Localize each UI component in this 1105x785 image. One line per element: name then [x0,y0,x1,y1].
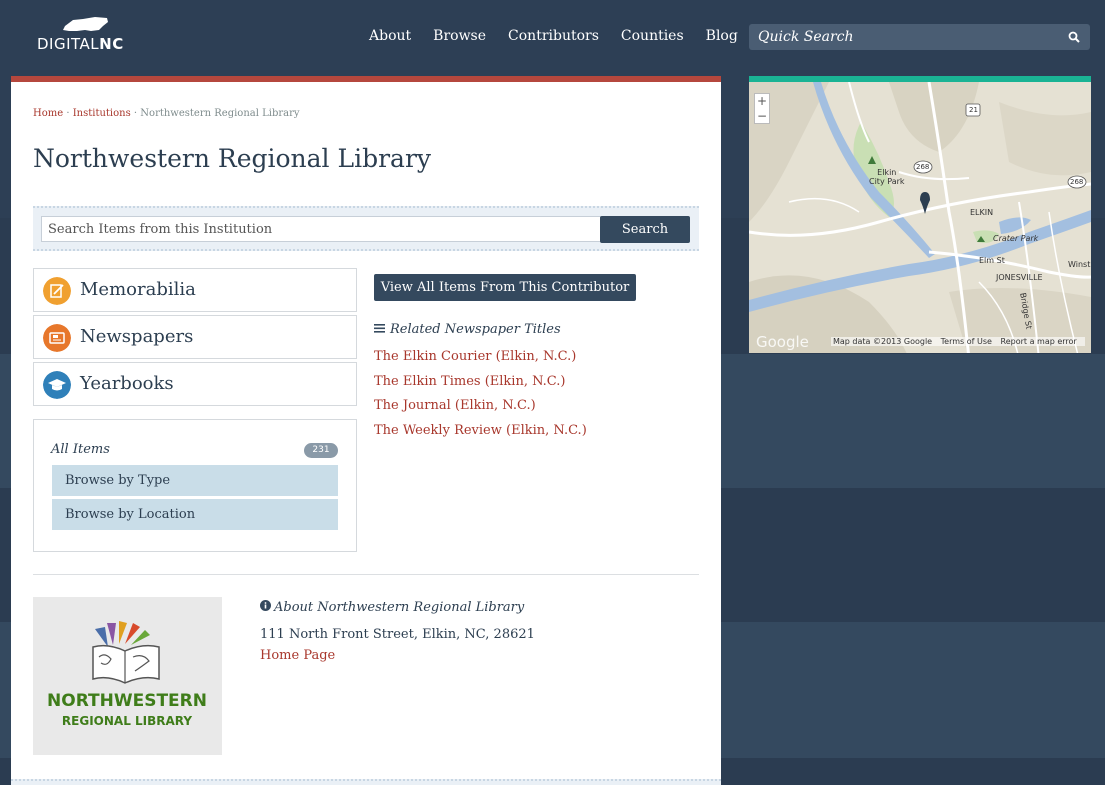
logo-line2: REGIONAL LIBRARY [62,714,192,728]
map-data-credit: Map data ©2013 Google [833,337,933,346]
nav-contributors[interactable]: Contributors [508,28,599,44]
library-book-logo-icon: NORTHWESTERN REGIONAL LIBRARY [47,621,207,728]
footer-strip [11,779,721,785]
location-map[interactable]: Elkin City Park ELKIN Crater Park JONESV… [749,76,1091,353]
map-label-park: Elkin City Park [869,168,905,186]
search-button[interactable]: Search [600,216,690,243]
map-label-park-line1: Elkin [877,168,897,177]
route-268-label: 268 [916,163,930,171]
view-all-items-button[interactable]: View All Items From This Contributor [374,274,636,301]
map-label-winst: Winst [1068,260,1091,269]
map-label-crater-park: Crater Park [993,234,1039,243]
browse-by-type[interactable]: Browse by Type [52,465,338,496]
related-title-link[interactable]: The Elkin Courier (Elkin, N.C.) [374,349,576,364]
format-label: Memorabilia [80,279,196,300]
search-icon[interactable] [1068,31,1080,43]
browse-facets: All Items 231 Browse by Type Browse by L… [33,419,357,552]
nav-blog[interactable]: Blog [706,28,738,44]
format-label: Yearbooks [80,373,174,394]
zoom-in-button[interactable]: + [755,94,769,109]
format-yearbooks[interactable]: Yearbooks [33,362,357,406]
institution-search: Search [33,206,699,251]
map-label-jonesville: JONESVILLE [996,273,1043,282]
institution-search-input[interactable] [41,216,601,242]
related-title-link[interactable]: The Journal (Elkin, N.C.) [374,398,536,413]
graduation-cap-icon [43,371,71,399]
nav-about[interactable]: About [369,28,411,44]
report-map-error-link[interactable]: Report a map error [1001,337,1077,346]
map-label-park-line2: City Park [869,177,905,186]
logo-line1: NORTHWESTERN [47,691,207,711]
breadcrumb: Home · Institutions · Northwestern Regio… [33,108,300,119]
related-title-link[interactable]: The Elkin Times (Elkin, N.C.) [374,374,565,389]
google-logo: Google [756,333,809,351]
section-divider [33,574,699,575]
page-title: Northwestern Regional Library [33,144,432,173]
format-label: Newspapers [80,326,194,347]
related-title-link[interactable]: The Weekly Review (Elkin, N.C.) [374,423,587,438]
format-memorabilia[interactable]: Memorabilia [33,268,357,312]
nav-counties[interactable]: Counties [621,28,684,44]
breadcrumb-separator: · [66,108,70,119]
related-titles-heading: Related Newspaper Titles [374,322,561,337]
breadcrumb-home[interactable]: Home [33,108,63,119]
breadcrumb-separator: · [133,108,138,119]
quick-search-input[interactable] [749,24,1059,50]
breadcrumb-current: Northwestern Regional Library [140,108,300,119]
browse-by-location[interactable]: Browse by Location [52,499,338,530]
nav-browse[interactable]: Browse [433,28,486,44]
map-footer: Map data ©2013 Google Terms of Use Repor… [831,337,1085,346]
logo-text-suffix: NC [99,35,124,53]
home-page-link[interactable]: Home Page [260,648,335,663]
map-label-elkin: ELKIN [970,208,994,217]
map-label-elm-st: Elm St [979,256,1005,265]
institution-logo: NORTHWESTERN REGIONAL LIBRARY [33,597,222,755]
breadcrumb-institutions[interactable]: Institutions [73,108,131,119]
logo-text-prefix: DIGITAL [37,35,100,53]
memorabilia-icon [43,277,71,305]
list-icon [374,324,385,333]
route-21-label: 21 [969,106,978,114]
site-header: DIGITALNC About Browse Contributors Coun… [0,0,1105,76]
map-tiles [749,82,1091,353]
route-268-label: 268 [1070,178,1084,186]
quick-search [749,24,1090,50]
terms-of-use-link[interactable]: Terms of Use [941,337,992,346]
about-heading: About Northwestern Regional Library [260,600,524,615]
zoom-out-button[interactable]: − [755,109,769,124]
map-zoom-control: + − [754,93,770,124]
site-logo[interactable]: DIGITALNC [37,16,137,56]
newspaper-icon [43,324,71,352]
format-newspapers[interactable]: Newspapers [33,315,357,359]
main-nav: About Browse Contributors Counties Blog [369,28,760,44]
main-content: Home · Institutions · Northwestern Regio… [11,76,721,785]
about-heading-text: About Northwestern Regional Library [274,600,525,615]
info-icon [260,600,271,611]
nc-state-icon [63,17,108,31]
all-items-link[interactable]: All Items [51,442,110,457]
related-titles-heading-text: Related Newspaper Titles [390,322,561,337]
item-count-badge: 231 [304,443,338,458]
institution-address: 111 North Front Street, Elkin, NC, 28621 [260,627,535,642]
